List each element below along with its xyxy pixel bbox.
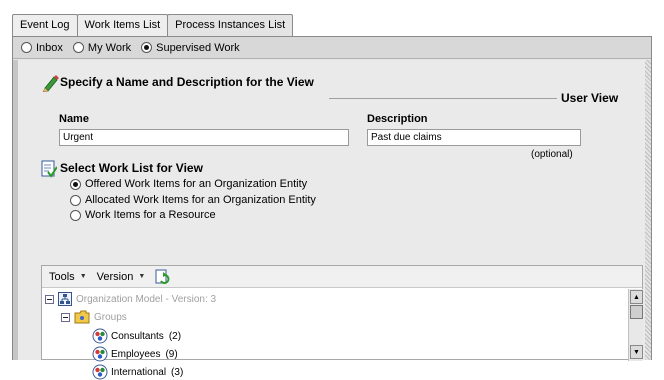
offered-label: Offered Work Items for an Organization E… (85, 178, 308, 190)
pencil-icon (42, 75, 59, 92)
checklist-icon (41, 160, 57, 178)
tree-root-node[interactable]: Organization Model - Version: 3 (45, 292, 216, 306)
supervised-work-radio[interactable] (141, 42, 153, 53)
section-divider (329, 98, 557, 99)
my-work-radio[interactable] (72, 42, 84, 53)
view-spec-heading: Specify a Name and Description for the V… (60, 75, 314, 89)
group-icon (92, 364, 108, 380)
inbox-label: Inbox (36, 41, 63, 54)
group-count-consultants: (2) (168, 330, 182, 342)
groups-node[interactable]: Groups (61, 310, 127, 324)
worklist-option-resource[interactable]: Work Items for a Resource (70, 209, 216, 221)
worklist-heading: Select Work List for View (60, 161, 203, 175)
group-node-consultants[interactable]: Consultants (2) (92, 328, 181, 344)
name-field[interactable]: Urgent (59, 129, 349, 146)
supervised-work-label: Supervised Work (156, 41, 240, 54)
tab-bar: Event Log Work Items List Process Instan… (12, 14, 294, 36)
tree-scrollbar[interactable]: ▲ ▼ (628, 289, 643, 361)
resource-radio[interactable] (70, 209, 81, 221)
tools-menu-label: Tools (49, 270, 75, 283)
group-node-international[interactable]: International (3) (92, 364, 183, 380)
tools-menu[interactable]: Tools ▼ (49, 271, 87, 283)
refresh-icon[interactable] (155, 269, 171, 285)
offered-radio[interactable] (70, 178, 81, 190)
org-tree: Organization Model - Version: 3 Groups C… (42, 289, 626, 380)
version-menu-label: Version (96, 270, 134, 283)
worklist-option-offered[interactable]: Offered Work Items for an Organization E… (70, 178, 307, 190)
optional-note: (optional) (531, 149, 573, 160)
org-model-icon (58, 292, 72, 306)
resource-label: Work Items for a Resource (85, 209, 216, 221)
chevron-down-icon: ▼ (79, 273, 87, 280)
filter-supervised-work[interactable]: Supervised Work (141, 42, 240, 54)
filter-inbox[interactable]: Inbox (21, 42, 63, 54)
description-field[interactable]: Past due claims (367, 129, 581, 146)
user-view-label: User View (561, 91, 619, 105)
scroll-down-icon[interactable]: ▼ (630, 345, 643, 359)
browser-toolbar: Tools ▼ Version ▼ (42, 266, 642, 288)
version-menu[interactable]: Version ▼ (97, 271, 146, 283)
view-filter-bar: Inbox My Work Supervised Work (13, 37, 651, 59)
org-model-browser: Tools ▼ Version ▼ Organization Model - V… (41, 265, 643, 380)
group-name-employees: Employees (111, 348, 161, 360)
tab-work-items-list[interactable]: Work Items List (76, 14, 169, 36)
folder-icon (74, 310, 90, 324)
tab-content: Inbox My Work Supervised Work Specify a … (12, 36, 652, 380)
group-name-international: International (111, 366, 167, 378)
collapse-icon[interactable] (45, 294, 54, 304)
group-count-international: (3) (171, 366, 184, 378)
groups-label: Groups (94, 311, 127, 323)
worklist-option-allocated[interactable]: Allocated Work Items for an Organization… (70, 194, 316, 206)
allocated-label: Allocated Work Items for an Organization… (85, 194, 316, 206)
scroll-thumb[interactable] (630, 305, 643, 319)
chevron-down-icon: ▼ (138, 273, 146, 280)
my-work-label: My Work (87, 41, 132, 54)
group-count-employees: (9) (165, 348, 178, 360)
filter-my-work[interactable]: My Work (72, 41, 132, 54)
tab-event-log[interactable]: Event Log (12, 14, 78, 36)
tree-root-label: Organization Model - Version: 3 (76, 293, 217, 305)
tab-process-instances-list[interactable]: Process Instances List (167, 14, 294, 36)
description-label: Description (367, 113, 428, 125)
view-definition-panel: Specify a Name and Description for the V… (18, 60, 645, 380)
inbox-radio[interactable] (21, 42, 32, 53)
scroll-up-icon[interactable]: ▲ (630, 290, 643, 304)
group-name-consultants: Consultants (111, 330, 164, 342)
group-icon (92, 328, 108, 344)
allocated-radio[interactable] (70, 194, 81, 206)
outer-scrollbar[interactable] (645, 60, 651, 360)
collapse-icon[interactable] (61, 312, 70, 322)
name-label: Name (59, 113, 89, 125)
